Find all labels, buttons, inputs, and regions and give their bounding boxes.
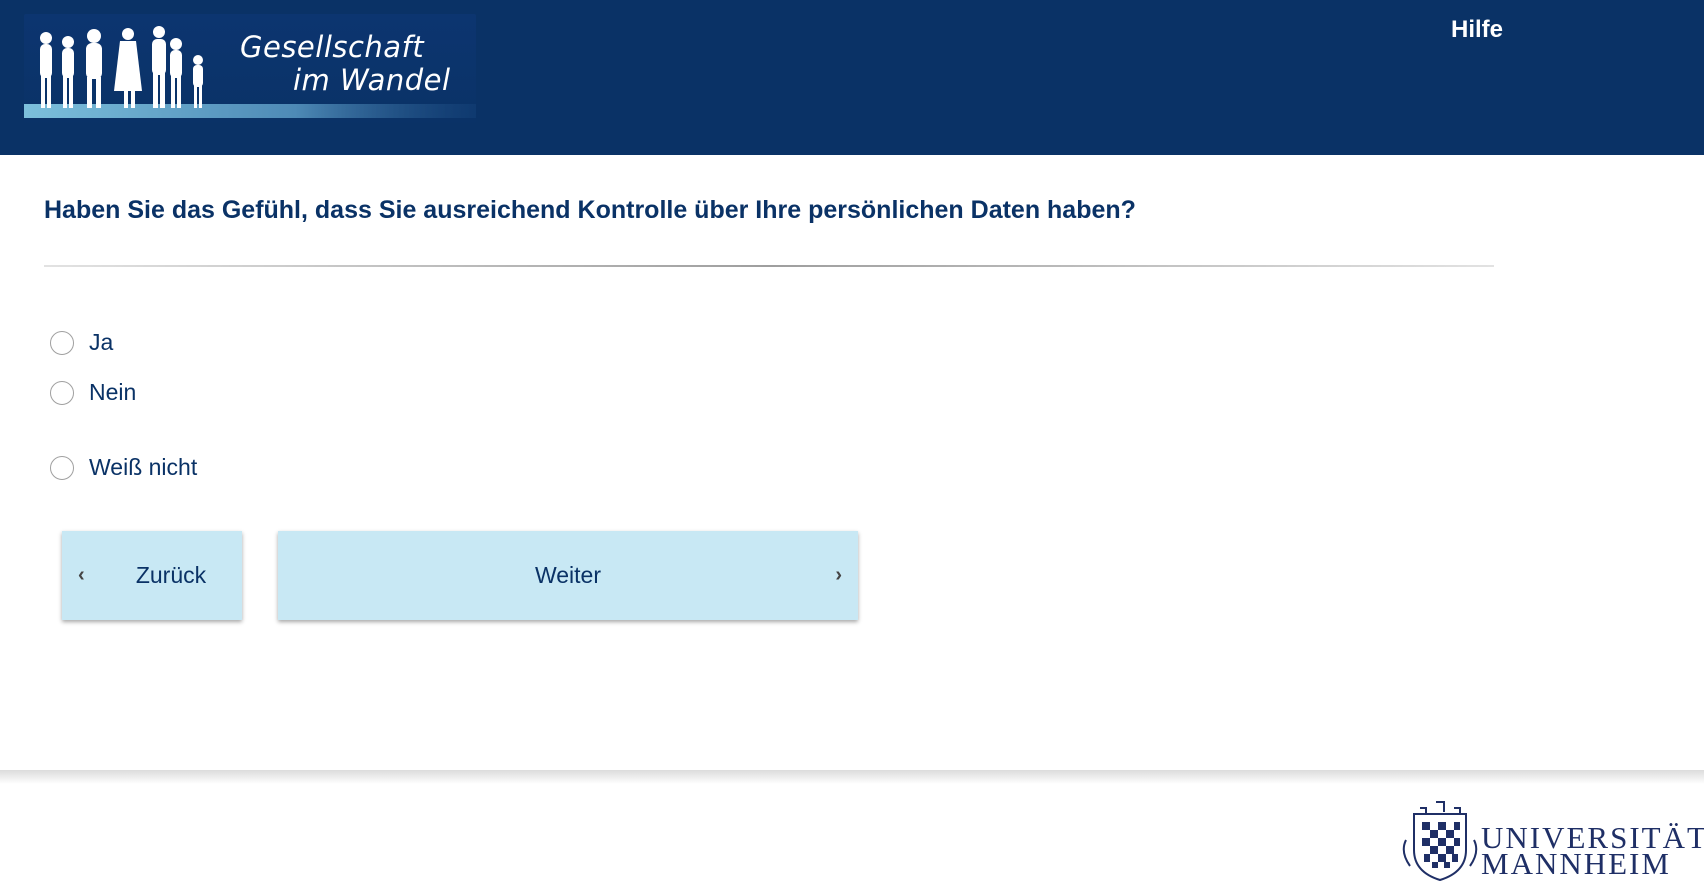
- back-button-label: Zurück: [135, 562, 207, 588]
- option-nein[interactable]: Nein: [50, 379, 136, 406]
- next-button-label: Weiter: [534, 562, 602, 588]
- university-logo: UNIVERSITÄT MANNHEIM: [1400, 800, 1704, 885]
- footer-separator: [0, 770, 1704, 784]
- next-button[interactable]: Weiter ›: [278, 531, 858, 620]
- question-title: Haben Sie das Gefühl, dass Sie ausreiche…: [44, 196, 1136, 224]
- logo-text-line2: im Wandel: [293, 63, 451, 97]
- help-link[interactable]: Hilfe: [1451, 16, 1503, 44]
- radio-button[interactable]: [50, 330, 74, 355]
- radio-button[interactable]: [50, 380, 74, 405]
- chevron-right-icon: ›: [835, 564, 842, 586]
- chevron-left-icon: ‹: [78, 564, 85, 586]
- radio-button[interactable]: [50, 455, 74, 480]
- crest-icon: [1402, 801, 1478, 882]
- option-label: Ja: [89, 329, 114, 355]
- option-ja[interactable]: Ja: [50, 329, 113, 356]
- option-weiss-nicht[interactable]: Weiß nicht: [50, 454, 197, 481]
- back-button[interactable]: ‹ Zurück: [62, 531, 242, 620]
- logo-gesellschaft-im-wandel: Gesellschaft im Wandel: [24, 14, 476, 130]
- option-label: Nein: [89, 379, 137, 405]
- header: Gesellschaft im Wandel Hilfe: [0, 0, 1704, 155]
- option-label: Weiß nicht: [89, 454, 198, 480]
- divider: [44, 265, 1494, 267]
- university-name-line2: MANNHEIM: [1481, 846, 1671, 881]
- logo-text-line1: Gesellschaft: [240, 30, 425, 64]
